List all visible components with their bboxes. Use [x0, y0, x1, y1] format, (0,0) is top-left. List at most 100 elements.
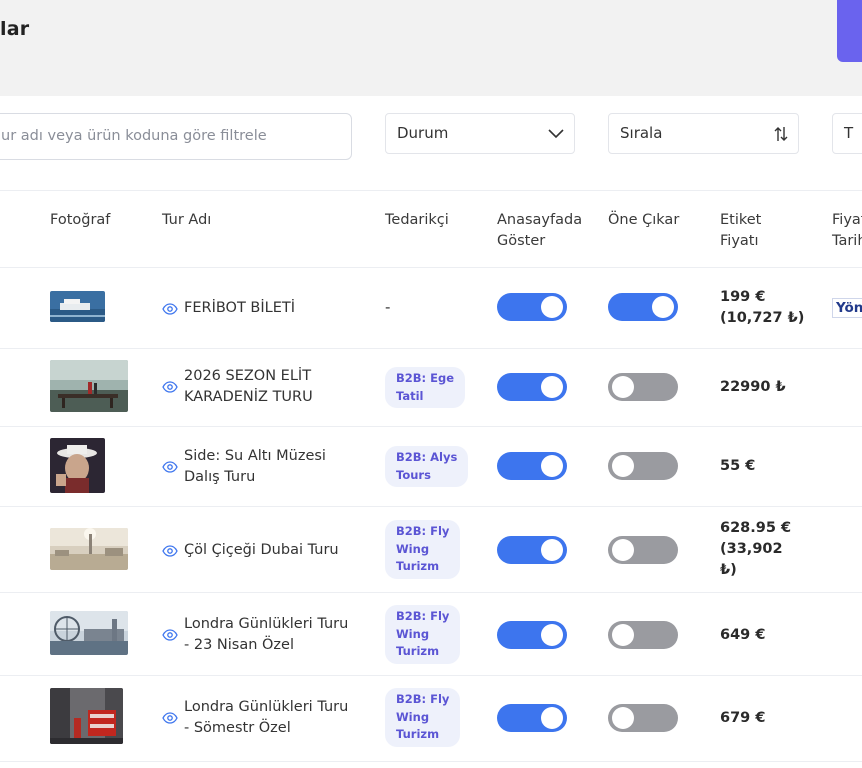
header-homepage-line2: Göster	[497, 233, 546, 249]
tour-photo	[50, 438, 105, 493]
tour-photo	[50, 528, 128, 570]
chevron-down-icon	[548, 114, 564, 153]
toggle-knob	[612, 624, 634, 646]
price-line2: (33,902	[720, 541, 783, 557]
price-line1: 199 €	[720, 289, 766, 305]
homepage-toggle[interactable]	[497, 704, 567, 732]
tour-photo	[50, 291, 105, 322]
tour-name[interactable]: Londra Günlükleri Turu - Sömestr Özel	[162, 697, 348, 739]
supplier-line1: B2B: Fly	[396, 524, 450, 538]
supplier-line3: Turizm	[396, 727, 440, 741]
supplier-line2: Wing	[396, 541, 430, 556]
price-line1: 679 €	[720, 710, 766, 726]
featured-toggle[interactable]	[608, 621, 678, 649]
header-homepage-line1: Anasayfada	[497, 212, 583, 228]
homepage-toggle[interactable]	[497, 452, 567, 480]
table-row: Side: Su Altı Müzesi Dalış Turu B2B: Aly…	[0, 427, 862, 507]
supplier-line2: Wing	[396, 709, 430, 724]
eye-icon[interactable]	[162, 629, 179, 641]
header-price-date: Fiyat Tarih	[832, 210, 862, 252]
homepage-toggle[interactable]	[497, 621, 567, 649]
eye-icon[interactable]	[162, 712, 179, 724]
homepage-toggle[interactable]	[497, 536, 567, 564]
header-label-price: Etiket Fiyatı	[720, 210, 761, 252]
label-price: 679 €	[720, 708, 765, 729]
status-select-label: Durum	[397, 124, 449, 142]
tour-name-text: Londra Günlükleri Turu - Sömestr Özel	[184, 697, 348, 739]
sort-select-label: Sırala	[620, 124, 663, 142]
tour-name-text: Çöl Çiçeği Dubai Turu	[184, 542, 339, 558]
page-title: lar	[0, 18, 30, 40]
featured-toggle[interactable]	[608, 536, 678, 564]
sort-select[interactable]: Sırala	[608, 113, 799, 154]
tour-name-line2: - Sömestr Özel	[184, 720, 291, 736]
toggle-knob	[652, 296, 674, 318]
tour-name-line1: 2026 SEZON ELİT	[184, 368, 312, 384]
price-line1: 22990 ₺	[720, 379, 786, 395]
header-featured: Öne Çıkar	[608, 212, 680, 228]
price-line1: 649 €	[720, 627, 766, 643]
tour-name[interactable]: Side: Su Altı Müzesi Dalış Turu	[162, 446, 326, 488]
table-row: FERİBOT BİLETİ - 199 € (10,727 ₺) Yön	[0, 268, 862, 349]
tour-name[interactable]: FERİBOT BİLETİ	[162, 298, 295, 319]
header-homepage: Anasayfada Göster	[497, 210, 582, 252]
label-price: 628.95 € (33,902 ₺)	[720, 518, 791, 581]
tour-name-text: Side: Su Altı Müzesi Dalış Turu	[184, 446, 326, 488]
supplier-line1: B2B: Fly	[396, 692, 450, 706]
supplier-badge: B2B: Alys Tours	[385, 446, 469, 487]
supplier-badge: B2B: Fly Wing Turizm	[385, 688, 461, 747]
search-input[interactable]: ur adı veya ürün koduna göre filtrele	[0, 113, 352, 160]
table-row: 2026 SEZON ELİT KARADENİZ TURU B2B: Ege …	[0, 349, 862, 427]
tour-name-line1: Side: Su Altı Müzesi	[184, 448, 326, 464]
eye-icon[interactable]	[162, 381, 179, 393]
header-label-price-line2: Fiyatı	[720, 233, 759, 249]
supplier-badge: B2B: Ege Tatil	[385, 367, 466, 408]
tour-name[interactable]: Londra Günlükleri Turu - 23 Nisan Özel	[162, 614, 348, 656]
tour-photo	[50, 688, 123, 744]
label-price: 199 € (10,727 ₺)	[720, 287, 804, 329]
toggle-knob	[541, 624, 563, 646]
featured-toggle[interactable]	[608, 452, 678, 480]
label-price: 649 €	[720, 625, 765, 646]
tour-name[interactable]: 2026 SEZON ELİT KARADENİZ TURU	[162, 366, 313, 408]
featured-toggle[interactable]	[608, 704, 678, 732]
tour-name-text: FERİBOT BİLETİ	[184, 300, 296, 316]
header-supplier: Tedarikçi	[385, 212, 449, 228]
toggle-knob	[541, 707, 563, 729]
toggle-knob	[612, 707, 634, 729]
tour-name-text: 2026 SEZON ELİT KARADENİZ TURU	[184, 366, 313, 408]
top-bar: lar	[0, 0, 862, 96]
eye-icon[interactable]	[162, 461, 179, 473]
label-price: 22990 ₺	[720, 377, 786, 398]
homepage-toggle[interactable]	[497, 293, 567, 321]
supplier-line3: Turizm	[396, 644, 440, 658]
eye-icon[interactable]	[162, 544, 179, 557]
header-photo: Fotoğraf	[50, 212, 111, 228]
price-line1: 55 €	[720, 458, 756, 474]
tour-name[interactable]: Çöl Çiçeği Dubai Turu	[162, 540, 339, 561]
toggle-knob	[612, 539, 634, 561]
supplier-badge: B2B: Fly Wing Turizm	[385, 520, 461, 579]
tour-name-text: Londra Günlükleri Turu - 23 Nisan Özel	[184, 614, 348, 656]
supplier-line1: B2B: Fly	[396, 609, 450, 623]
supplier-badge: B2B: Fly Wing Turizm	[385, 605, 461, 664]
price-line2: (10,727 ₺)	[720, 310, 805, 326]
toggle-knob	[612, 455, 634, 477]
header-label-price-line1: Etiket	[720, 212, 762, 228]
tour-name-line2: - 23 Nisan Özel	[184, 637, 294, 653]
eye-icon[interactable]	[162, 302, 179, 315]
tour-photo	[50, 360, 128, 412]
featured-toggle[interactable]	[608, 373, 678, 401]
status-select[interactable]: Durum	[385, 113, 575, 154]
extra-filter-label: T	[844, 124, 854, 142]
extra-filter-select[interactable]: T	[832, 113, 862, 154]
featured-toggle[interactable]	[608, 293, 678, 321]
primary-action-button[interactable]	[837, 0, 862, 62]
homepage-toggle[interactable]	[497, 373, 567, 401]
tour-name-line1: Londra Günlükleri Turu	[184, 699, 349, 715]
manage-price-button[interactable]: Yön	[832, 298, 862, 318]
label-price: 55 €	[720, 456, 755, 477]
toggle-knob	[541, 539, 563, 561]
header-name: Tur Adı	[162, 212, 212, 228]
supplier-line2: Tatil	[396, 388, 424, 403]
